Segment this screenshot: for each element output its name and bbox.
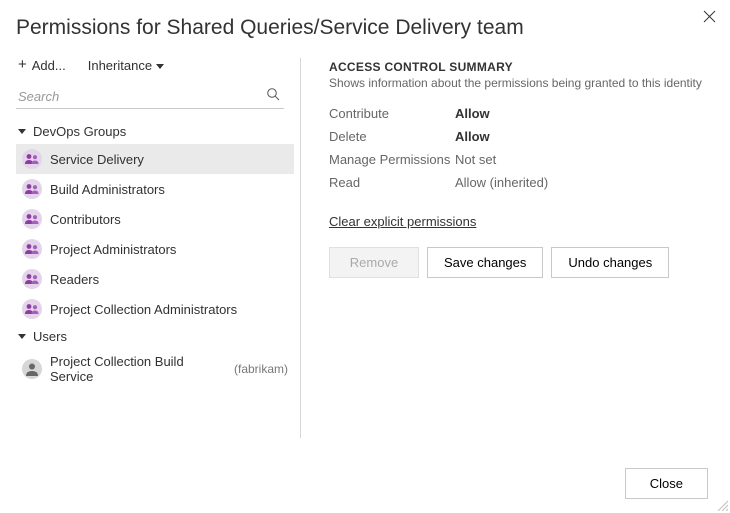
identity-item-service-delivery[interactable]: Service Delivery <box>16 144 294 174</box>
group-icon <box>22 149 42 169</box>
save-button[interactable]: Save changes <box>427 247 543 278</box>
chevron-down-icon <box>18 334 26 339</box>
section-users[interactable]: Users <box>16 324 294 349</box>
identity-label: Service Delivery <box>50 152 144 167</box>
chevron-down-icon <box>156 64 164 69</box>
add-label: Add... <box>32 58 66 73</box>
identity-item-project-admins[interactable]: Project Administrators <box>16 234 294 264</box>
remove-button[interactable]: Remove <box>329 247 419 278</box>
permission-label: Delete <box>329 129 455 144</box>
permission-value: Allow (inherited) <box>455 175 548 190</box>
add-button[interactable]: + Add... <box>18 58 66 73</box>
group-icon <box>22 209 42 229</box>
permission-value: Allow <box>455 106 490 121</box>
identity-item-pc-build-service[interactable]: Project Collection Build Service (fabrik… <box>16 349 294 389</box>
identity-sublabel: (fabrikam) <box>234 362 288 376</box>
identity-item-readers[interactable]: Readers <box>16 264 294 294</box>
plus-icon: + <box>18 57 27 72</box>
user-icon <box>22 359 42 379</box>
undo-button[interactable]: Undo changes <box>551 247 669 278</box>
summary-heading: ACCESS CONTROL SUMMARY <box>329 60 714 74</box>
group-icon <box>22 299 42 319</box>
inheritance-dropdown[interactable]: Inheritance <box>88 58 164 73</box>
clear-permissions-link[interactable]: Clear explicit permissions <box>329 214 476 229</box>
permission-value: Allow <box>455 129 490 144</box>
close-button[interactable]: Close <box>625 468 708 499</box>
identity-label: Contributors <box>50 212 121 227</box>
group-icon <box>22 239 42 259</box>
permission-row[interactable]: Read Allow (inherited) <box>329 175 714 190</box>
identity-label: Project Collection Administrators <box>50 302 237 317</box>
group-icon <box>22 269 42 289</box>
dialog-title: Permissions for Shared Queries/Service D… <box>16 16 714 40</box>
identity-label: Project Administrators <box>50 242 176 257</box>
identity-label: Readers <box>50 272 99 287</box>
identity-label: Build Administrators <box>50 182 165 197</box>
section-label: Users <box>33 329 67 344</box>
summary-description: Shows information about the permissions … <box>329 76 714 90</box>
close-icon[interactable] <box>703 10 716 26</box>
permission-value: Not set <box>455 152 496 167</box>
identity-item-pc-admins[interactable]: Project Collection Administrators <box>16 294 294 324</box>
permission-label: Contribute <box>329 106 455 121</box>
search-input[interactable] <box>16 85 284 109</box>
permission-row[interactable]: Contribute Allow <box>329 106 714 121</box>
chevron-down-icon <box>18 129 26 134</box>
inheritance-label: Inheritance <box>88 58 152 73</box>
section-groups[interactable]: DevOps Groups <box>16 119 294 144</box>
resize-grip-icon <box>716 499 728 511</box>
identity-label: Project Collection Build Service <box>50 354 223 384</box>
section-label: DevOps Groups <box>33 124 126 139</box>
permission-label: Read <box>329 175 455 190</box>
permission-panel: ACCESS CONTROL SUMMARY Shows information… <box>301 58 714 438</box>
identity-item-build-admins[interactable]: Build Administrators <box>16 174 294 204</box>
identity-tree: DevOps Groups Service Delivery <box>16 119 300 389</box>
permission-row[interactable]: Delete Allow <box>329 129 714 144</box>
permission-row[interactable]: Manage Permissions Not set <box>329 152 714 167</box>
permissions-dialog: Permissions for Shared Queries/Service D… <box>0 0 730 513</box>
group-icon <box>22 179 42 199</box>
permission-label: Manage Permissions <box>329 152 455 167</box>
identity-item-contributors[interactable]: Contributors <box>16 204 294 234</box>
identity-panel: + Add... Inheritance <box>16 58 301 438</box>
